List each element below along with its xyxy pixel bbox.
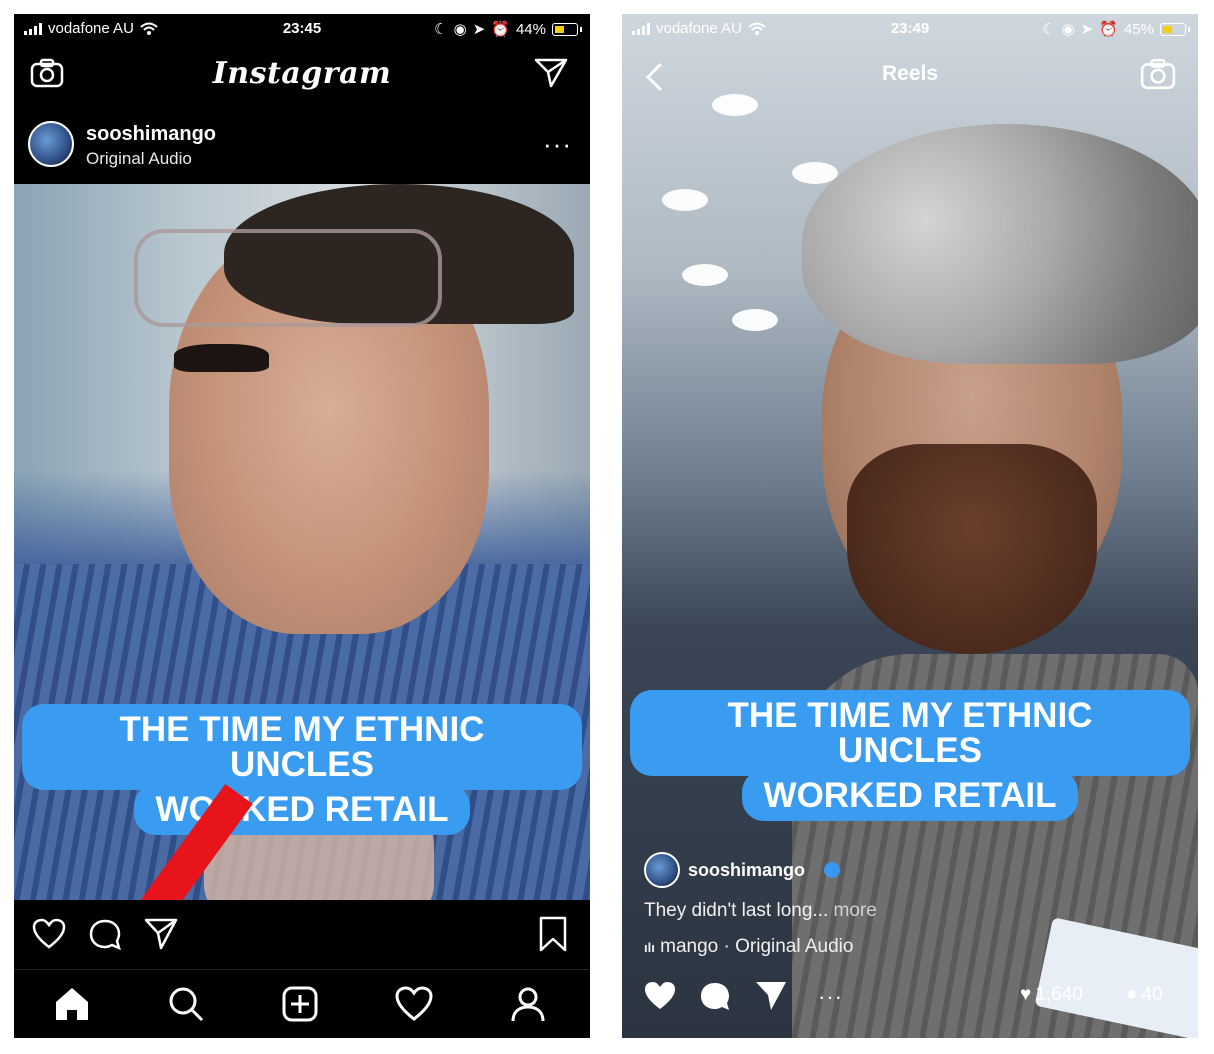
alarm-icon: ⏰ [1099,21,1118,38]
activity-heart-icon[interactable] [394,984,434,1024]
caption-line-1: THE TIME MY ETHNIC UNCLES [630,690,1190,776]
share-icon[interactable] [144,918,178,950]
comment-icon[interactable] [698,980,732,1012]
lock-rotation-icon: ◉ [1061,21,1075,38]
avatar[interactable] [28,121,74,167]
audio-separator: · [723,936,730,957]
battery-icon [552,22,582,36]
more-link[interactable]: more [834,900,877,921]
video-caption: THE TIME MY ETHNIC UNCLES WORKED RETAIL [630,690,1190,821]
like-heart-icon[interactable] [32,918,66,950]
share-icon[interactable] [754,980,788,1012]
post-action-bar [14,900,590,970]
battery-percent: 45% [1123,20,1154,38]
post-video[interactable]: THE TIME MY ETHNIC UNCLES WORKED RETAIL [14,184,590,900]
phone-right: vodafone AU 23:49 ☾ ◉ ➤ ⏰ 45% Reels THE … [622,14,1198,1038]
reel-action-bar: ··· ♥ 1,640 ● 40 [642,976,1182,1016]
reel-video[interactable] [622,14,1198,1038]
home-icon[interactable] [52,984,92,1024]
moon-icon: ☾ [1042,21,1056,38]
comment-count: ● 40 [1126,984,1163,1006]
post-username[interactable]: sooshimango [86,123,216,146]
location-icon: ➤ [1080,21,1094,38]
like-heart-icon[interactable] [642,980,678,1012]
post-header: sooshimango Original Audio ··· [14,109,590,183]
instagram-logo: Instagram [212,56,392,91]
audio-prefix: mango [660,936,719,957]
comment-icon[interactable] [88,918,122,950]
small-heart-icon: ♥ [1020,984,1032,1005]
search-icon[interactable] [166,984,206,1024]
comment-count-value: 40 [1141,984,1163,1005]
reel-username[interactable]: sooshimango [688,860,805,881]
reel-audio[interactable]: ılı mango · Original Audio [644,936,853,958]
description-text: They didn't last long... [644,900,829,921]
save-bookmark-icon[interactable] [538,916,568,952]
like-count-value: 1,640 [1035,984,1083,1005]
profile-icon[interactable] [508,984,548,1024]
red-arrow-annotation [140,783,253,900]
small-comment-icon: ● [1126,984,1138,1005]
audio-name: Original Audio [735,936,854,957]
new-post-icon[interactable] [280,984,320,1024]
direct-message-icon[interactable] [534,58,568,88]
person-wig [802,124,1198,364]
bottom-tab-bar [14,969,590,1038]
status-bar: vodafone AU 23:49 ☾ ◉ ➤ ⏰ 45% [622,14,1198,44]
person-mustache [174,344,269,372]
battery-icon [1160,22,1190,36]
avatar[interactable] [644,852,680,888]
person-beard [847,444,1097,654]
app-header: Instagram [14,44,590,104]
more-options-icon[interactable]: ··· [543,131,572,157]
camera-icon[interactable] [1140,58,1176,90]
phone-left: vodafone AU 23:45 ☾ ◉ ➤ ⏰ 44% Instagram … [14,14,590,1038]
alarm-icon: ⏰ [491,21,510,38]
audio-bars-icon: ılı [644,940,655,955]
person-glasses [134,229,442,327]
more-options-icon[interactable]: ··· [818,984,843,1010]
location-icon: ➤ [472,21,486,38]
status-bar: vodafone AU 23:45 ☾ ◉ ➤ ⏰ 44% [14,14,590,44]
page-title: Reels [881,62,939,85]
like-count: ♥ 1,640 [1020,984,1083,1006]
lock-rotation-icon: ◉ [453,21,467,38]
post-audio[interactable]: Original Audio [86,149,192,169]
verified-badge-icon [824,862,840,878]
moon-icon: ☾ [434,21,448,38]
battery-percent: 44% [515,20,546,38]
caption-line-2: WORKED RETAIL [741,770,1079,821]
reel-description: They didn't last long... more [644,900,877,922]
